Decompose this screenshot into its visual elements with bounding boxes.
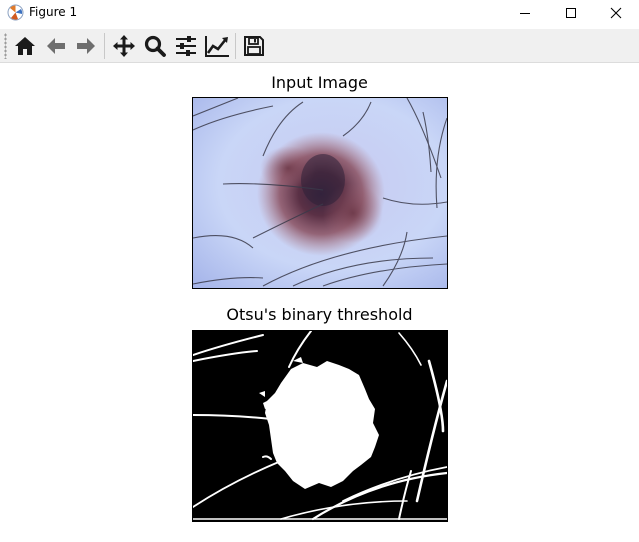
minimize-icon (520, 13, 530, 14)
input-image (193, 98, 447, 288)
figure-canvas[interactable]: Input Image Otsu's binary threshold (0, 63, 639, 542)
zoom-button[interactable] (141, 31, 169, 60)
axes-title-otsu: Otsu's binary threshold (226, 305, 413, 324)
toolbar-separator (235, 33, 236, 59)
app-icon (7, 4, 24, 21)
close-button[interactable] (593, 0, 639, 26)
home-icon (15, 36, 35, 55)
close-icon (610, 7, 622, 19)
toolbar-separator (104, 33, 105, 59)
binary-threshold-axes[interactable] (192, 330, 448, 522)
line-chart-icon (205, 35, 229, 57)
axes-title-input: Input Image (271, 73, 368, 92)
forward-button[interactable] (72, 31, 100, 60)
navigation-toolbar (0, 29, 639, 63)
magnifier-icon (144, 35, 166, 57)
home-button[interactable] (11, 31, 39, 60)
edit-axes-button[interactable] (203, 31, 231, 60)
configure-subplots-button[interactable] (172, 31, 200, 60)
input-image-axes[interactable] (192, 97, 448, 289)
figure-window: Figure 1 Input Image Otsu's binary thres… (0, 0, 639, 542)
arrow-right-icon (77, 37, 95, 54)
minimize-button[interactable] (502, 0, 548, 26)
maximize-button[interactable] (548, 0, 594, 26)
arrow-left-icon (47, 37, 65, 54)
back-button[interactable] (42, 31, 70, 60)
move-icon (113, 34, 135, 57)
sliders-icon (176, 35, 196, 56)
title-bar: Figure 1 (0, 0, 639, 26)
toolbar-grip[interactable] (4, 33, 7, 59)
maximize-icon (566, 8, 576, 18)
floppy-disk-icon (244, 35, 264, 56)
pan-button[interactable] (110, 31, 138, 60)
binary-mask-image (193, 331, 447, 521)
window-title: Figure 1 (29, 5, 78, 19)
save-button[interactable] (240, 31, 268, 60)
